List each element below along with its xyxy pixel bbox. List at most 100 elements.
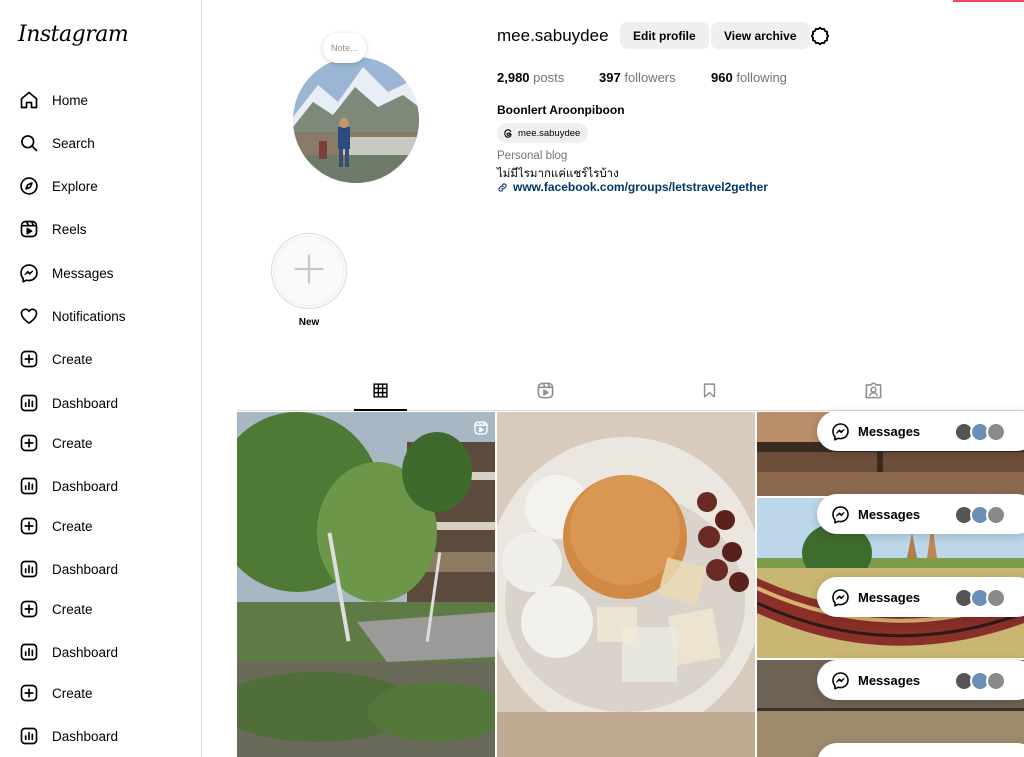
tab-active-indicator xyxy=(354,409,407,411)
sidebar-item-create[interactable]: Create xyxy=(18,597,93,621)
messages-pill-label: Messages xyxy=(858,589,921,605)
sidebar-item-explore[interactable]: Explore xyxy=(18,174,98,198)
sidebar-item-reels[interactable]: Reels xyxy=(18,217,87,241)
link-icon xyxy=(497,182,508,193)
settings-gear-icon[interactable] xyxy=(808,24,832,48)
grid-icon xyxy=(372,382,389,404)
heart-icon xyxy=(18,305,40,327)
followers-stat[interactable]: 397 followers xyxy=(599,70,676,85)
new-highlight-circle xyxy=(274,236,344,306)
sidebar-item-dashboard[interactable]: Dashboard xyxy=(18,640,118,664)
profile-username: mee.sabuydee xyxy=(497,26,609,45)
view-archive-button[interactable]: View archive xyxy=(711,22,810,49)
sidebar-item-label: Reels xyxy=(52,221,87,237)
chart-icon xyxy=(18,725,40,747)
sidebar-item-messages[interactable]: Messages xyxy=(18,261,114,285)
sidebar-item-home[interactable]: Home xyxy=(18,88,88,112)
messages-pill-label: Messages xyxy=(858,506,921,522)
messages-pill[interactable]: Messages xyxy=(817,494,1024,534)
sidebar-item-dashboard[interactable]: Dashboard xyxy=(18,474,118,498)
new-highlight-button[interactable] xyxy=(271,233,347,309)
messages-pill[interactable]: Messages xyxy=(817,411,1024,451)
tab-posts[interactable] xyxy=(368,381,392,405)
sidebar-item-dashboard[interactable]: Dashboard xyxy=(18,724,118,748)
sidebar-item-label: Create xyxy=(52,685,93,701)
profile-link-text: www.facebook.com/groups/letstravel2gethe… xyxy=(513,180,768,194)
sidebar: Instagram Home Search Explore Reels Mess… xyxy=(0,0,202,757)
avatar xyxy=(986,422,1006,442)
sidebar-item-label: Dashboard xyxy=(52,644,119,660)
compass-icon xyxy=(18,175,40,197)
home-icon xyxy=(18,89,40,111)
messages-pill-partial[interactable] xyxy=(817,743,1024,757)
threads-badge[interactable]: mee.sabuydee xyxy=(497,123,589,143)
messenger-icon xyxy=(831,671,850,690)
sidebar-item-dashboard[interactable]: Dashboard xyxy=(18,557,118,581)
sidebar-item-notifications[interactable]: Notifications xyxy=(18,304,126,328)
sidebar-item-label: Dashboard xyxy=(52,728,119,744)
following-label: following xyxy=(736,70,787,85)
posts-stat: 2,980 posts xyxy=(497,70,564,85)
posts-label: posts xyxy=(533,70,565,85)
messages-pill-label: Messages xyxy=(858,423,921,439)
sidebar-item-label: Create xyxy=(52,351,93,367)
messages-pill-avatars xyxy=(954,422,1006,442)
sidebar-item-dashboard[interactable]: Dashboard xyxy=(18,391,118,415)
tab-saved[interactable] xyxy=(697,381,721,405)
sidebar-item-create[interactable]: Create xyxy=(18,431,93,455)
messages-pill[interactable]: Messages xyxy=(817,660,1024,700)
post-tile[interactable] xyxy=(237,412,495,757)
sidebar-item-label: Dashboard xyxy=(52,395,119,411)
messenger-icon xyxy=(831,505,850,524)
app-root: Instagram Home Search Explore Reels Mess… xyxy=(0,0,1024,757)
profile-full-name: Boonlert Aroonpiboon xyxy=(497,103,625,117)
tab-tagged[interactable] xyxy=(861,381,885,405)
edit-profile-button[interactable]: Edit profile xyxy=(620,22,709,49)
messages-pill-avatars xyxy=(954,588,1006,608)
sidebar-item-create[interactable]: Create xyxy=(18,347,93,371)
threads-handle: mee.sabuydee xyxy=(518,127,581,139)
tab-reels[interactable] xyxy=(533,381,557,405)
sidebar-item-label: Explore xyxy=(52,178,98,194)
sidebar-item-label: Dashboard xyxy=(52,478,119,494)
sidebar-item-label: Create xyxy=(52,435,93,451)
post-tile[interactable] xyxy=(497,412,755,757)
sidebar-item-label: Home xyxy=(52,92,89,108)
followers-label: followers xyxy=(624,70,676,85)
followers-count: 397 xyxy=(599,70,621,85)
chart-icon xyxy=(18,392,40,414)
messages-pill-avatars xyxy=(954,671,1006,691)
note-bubble[interactable]: Note... xyxy=(323,33,366,63)
avatar xyxy=(986,588,1006,608)
profile-avatar[interactable] xyxy=(293,57,419,183)
sidebar-item-label: Messages xyxy=(52,265,114,281)
plus-square-icon xyxy=(18,432,40,454)
sidebar-item-search[interactable]: Search xyxy=(18,131,95,155)
following-count: 960 xyxy=(711,70,733,85)
avatar xyxy=(986,671,1006,691)
messenger-icon xyxy=(18,262,40,284)
chart-icon xyxy=(18,475,40,497)
sidebar-item-label: Create xyxy=(52,518,93,534)
reels-icon xyxy=(536,381,555,405)
following-stat[interactable]: 960 following xyxy=(711,70,787,85)
bookmark-icon xyxy=(701,382,718,404)
plus-square-icon xyxy=(18,348,40,370)
search-icon xyxy=(18,132,40,154)
sidebar-item-label: Dashboard xyxy=(52,561,119,577)
new-highlight-label: New xyxy=(298,317,320,328)
messages-pill[interactable]: Messages xyxy=(817,577,1024,617)
notification-mark xyxy=(953,0,1024,2)
profile-link[interactable]: www.facebook.com/groups/letstravel2gethe… xyxy=(497,180,768,194)
chart-icon xyxy=(18,641,40,663)
messages-pill-label: Messages xyxy=(858,672,921,688)
sidebar-item-create[interactable]: Create xyxy=(18,681,93,705)
posts-count: 2,980 xyxy=(497,70,530,85)
sidebar-item-label: Create xyxy=(52,601,93,617)
plus-square-icon xyxy=(18,515,40,537)
sidebar-item-create[interactable]: Create xyxy=(18,514,93,538)
sidebar-item-label: Notifications xyxy=(52,308,126,324)
instagram-logo[interactable]: Instagram xyxy=(18,22,129,47)
sidebar-item-label: Search xyxy=(52,135,95,151)
messenger-icon xyxy=(831,422,850,441)
